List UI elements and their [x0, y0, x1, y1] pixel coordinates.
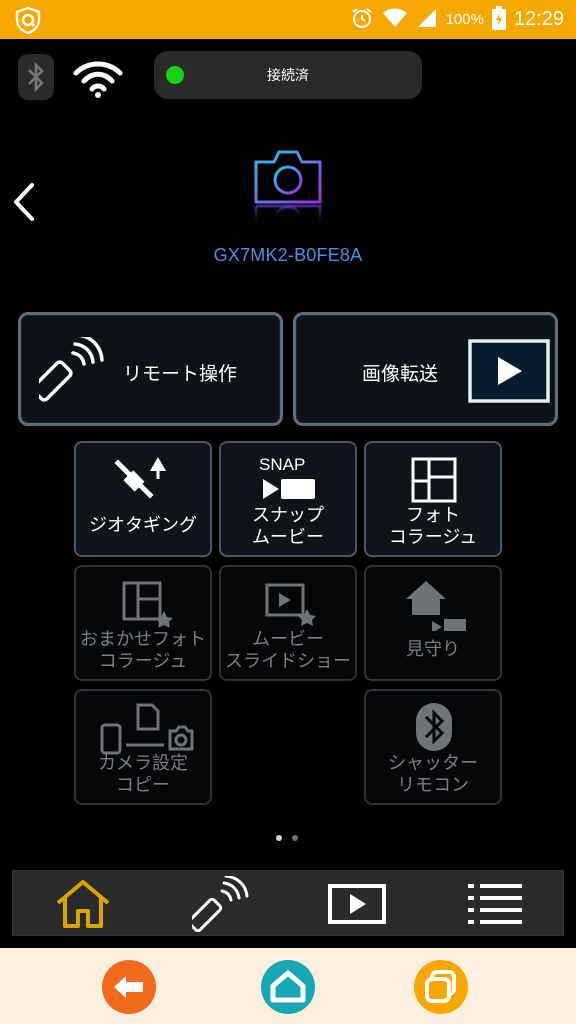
- clock: 12:29: [513, 8, 564, 30]
- bluetooth-shutter-icon: [416, 703, 452, 751]
- wifi-status-icon: [382, 7, 408, 33]
- auto-photo-collage-label: おまかせフォト コラージュ: [80, 629, 206, 672]
- monitor-tile[interactable]: 見守り: [364, 565, 502, 681]
- snap-icon-text: SNAP: [259, 455, 306, 474]
- menu-icon: [468, 884, 522, 924]
- alarm-icon: [350, 6, 374, 34]
- page-indicator: [276, 835, 298, 841]
- snap-movie-label: スナップ ムービー: [252, 505, 324, 548]
- home-icon: [56, 880, 110, 928]
- connection-status-text: 接続済: [267, 68, 309, 84]
- shutter-remote-label: シャッター リモコン: [388, 753, 478, 796]
- shield-app-icon: [14, 6, 42, 35]
- playback-icon: [468, 339, 550, 403]
- bluetooth-icon[interactable]: [18, 54, 54, 100]
- camera-settings-copy-label: カメラ設定 コピー: [98, 753, 188, 796]
- image-transfer-button[interactable]: 画像転送: [293, 312, 558, 426]
- playback-icon: [328, 884, 386, 924]
- auto-collage-icon: [122, 581, 173, 627]
- settings-copy-icon: [100, 703, 194, 755]
- page-dot: [292, 835, 298, 841]
- nav-menu-button[interactable]: [455, 871, 535, 937]
- movie-slideshow-icon: [265, 583, 316, 626]
- snap-movie-icon: [263, 479, 315, 499]
- battery-icon: [491, 5, 506, 34]
- wifi-icon[interactable]: [70, 59, 126, 99]
- photo-collage-label: フォト コラージュ: [388, 505, 478, 548]
- back-icon[interactable]: [102, 960, 156, 1014]
- remote-icon: [39, 337, 104, 402]
- camera-name: GX7MK2-B0FE8A: [213, 245, 363, 265]
- status-bar: 100% 12:29: [0, 0, 576, 39]
- signal-icon: [416, 7, 438, 33]
- nav-playback-button[interactable]: [317, 871, 397, 937]
- nav-remote-button[interactable]: [181, 871, 261, 937]
- app-header: 接続済: [0, 39, 576, 109]
- snap-movie-tile[interactable]: SNAP スナップ ムービー: [219, 441, 357, 557]
- shutter-remote-tile[interactable]: シャッター リモコン: [364, 689, 502, 805]
- nav-home-button[interactable]: [43, 871, 123, 937]
- image-transfer-label: 画像転送: [362, 363, 439, 385]
- remote-control-label: リモート操作: [123, 363, 238, 385]
- home-icon[interactable]: [261, 960, 315, 1014]
- collage-icon: [411, 457, 457, 503]
- remote-control-button[interactable]: リモート操作: [18, 312, 283, 426]
- geotagging-label: ジオタギング: [89, 515, 197, 536]
- camera-settings-copy-tile[interactable]: カメラ設定 コピー: [74, 689, 212, 805]
- satellite-icon: [114, 457, 166, 499]
- movie-slideshow-label: ムービー スライドショー: [225, 629, 351, 672]
- home-monitor-icon: [406, 581, 466, 631]
- photo-collage-tile[interactable]: フォト コラージュ: [364, 441, 502, 557]
- camera-icon: [250, 148, 326, 240]
- system-nav-bar: [0, 948, 576, 1024]
- geotagging-tile[interactable]: ジオタギング: [74, 441, 212, 557]
- recent-apps-icon[interactable]: [414, 960, 468, 1014]
- auto-photo-collage-tile[interactable]: おまかせフォト コラージュ: [74, 565, 212, 681]
- movie-slideshow-tile[interactable]: ムービー スライドショー: [219, 565, 357, 681]
- battery-percent: 100%: [445, 11, 484, 28]
- app-bottom-nav: [12, 870, 564, 936]
- back-button[interactable]: [8, 182, 38, 222]
- remote-icon: [192, 876, 249, 932]
- monitor-label: 見守り: [406, 639, 460, 660]
- page-dot-active: [276, 835, 282, 841]
- connection-status: 接続済: [154, 51, 422, 99]
